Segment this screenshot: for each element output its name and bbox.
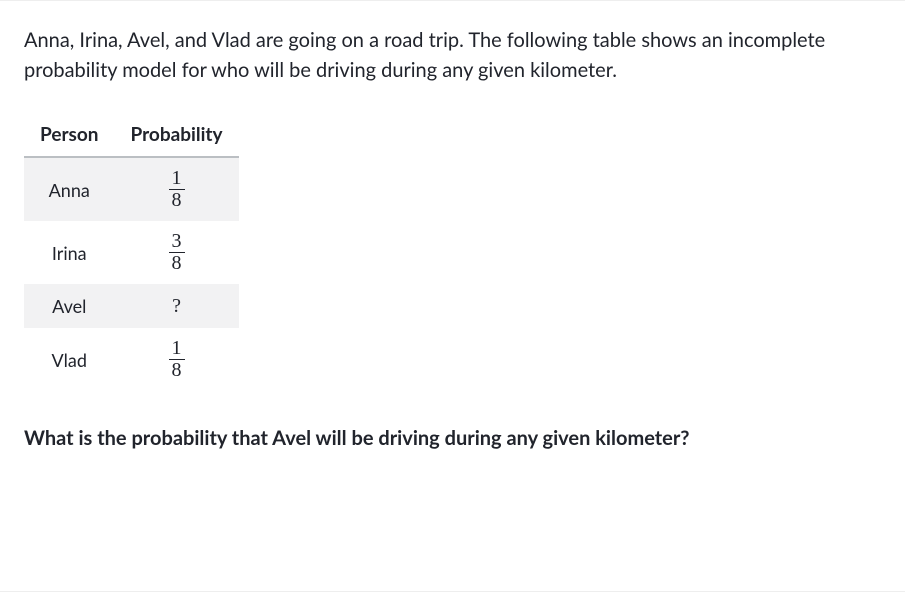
fraction-numerator: 3 [169, 231, 185, 252]
fraction: 1 8 [169, 338, 185, 381]
fraction-denominator: 8 [169, 359, 185, 381]
cell-probability: 1 8 [115, 157, 239, 221]
fraction-numerator: 1 [169, 338, 185, 359]
intro-text: Anna, Irina, Avel, and Vlad are going on… [24, 25, 881, 85]
table-row: Irina 3 8 [24, 221, 239, 284]
cell-person: Vlad [24, 328, 115, 391]
fraction: 1 8 [169, 168, 185, 211]
table-row: Anna 1 8 [24, 157, 239, 221]
table-row: Vlad 1 8 [24, 328, 239, 391]
header-probability: Probability [115, 113, 239, 157]
cell-person: Irina [24, 221, 115, 284]
fraction-numerator: 1 [169, 168, 185, 189]
cell-person: Anna [24, 157, 115, 221]
cell-person: Avel [24, 284, 115, 328]
header-person: Person [24, 113, 115, 157]
fraction-denominator: 8 [169, 189, 185, 211]
fraction: 3 8 [169, 231, 185, 274]
question-text: What is the probability that Avel will b… [24, 423, 881, 453]
cell-probability: ? [115, 284, 239, 328]
unknown-value: ? [172, 295, 181, 317]
probability-table: Person Probability Anna 1 8 Irina 3 [24, 113, 239, 391]
cell-probability: 1 8 [115, 328, 239, 391]
fraction-denominator: 8 [169, 252, 185, 274]
problem-container: Anna, Irina, Avel, and Vlad are going on… [0, 0, 905, 592]
cell-probability: 3 8 [115, 221, 239, 284]
table-row: Avel ? [24, 284, 239, 328]
